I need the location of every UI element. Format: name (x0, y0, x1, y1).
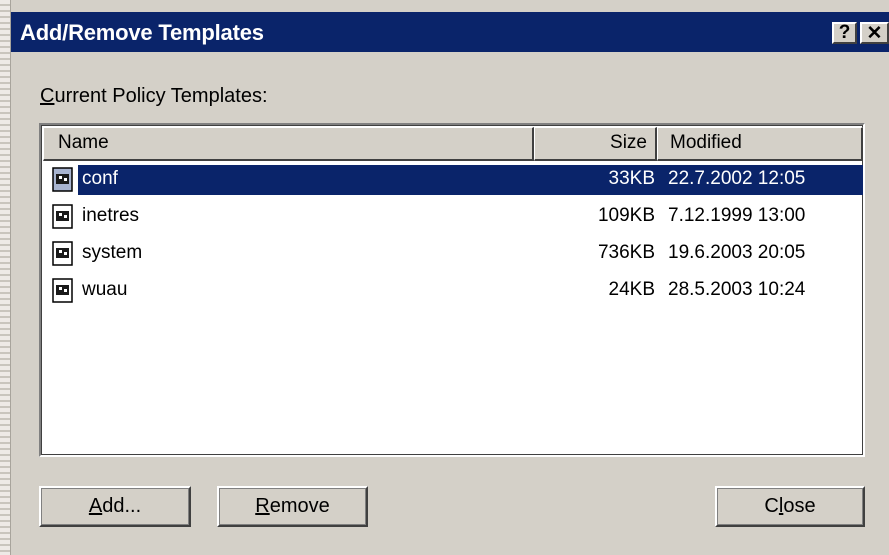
title-close-button[interactable]: ✕ (860, 22, 889, 44)
remove-accesskey: R (255, 495, 270, 517)
item-size: 33KB (608, 168, 655, 189)
close-label-start: C (764, 495, 779, 517)
item-size: 24KB (608, 279, 655, 300)
window-frame (11, 0, 889, 12)
list-item[interactable]: inetres 109KB 7.12.1999 13:00 (45, 200, 863, 234)
remove-label: emove (269, 495, 330, 517)
label-text: urrent Policy Templates: (54, 85, 268, 107)
item-modified: 28.5.2003 10:24 (668, 279, 806, 300)
item-name: wuau (82, 279, 128, 300)
close-button[interactable]: Cl ose (715, 486, 865, 527)
item-name: conf (82, 168, 118, 189)
adm-file-icon (51, 278, 75, 304)
item-name: system (82, 242, 143, 263)
add-accesskey: A (88, 495, 103, 517)
dialog-title: Add/Remove Templates (20, 20, 264, 45)
list-item[interactable]: wuau 24KB 28.5.2003 10:24 (45, 274, 863, 308)
templates-list[interactable]: Name Size Modified conf 33KB 22.7.2002 12:… (39, 123, 865, 457)
adm-file-icon (51, 204, 75, 230)
list-header: Name Size Modified (43, 127, 863, 161)
item-size: 109KB (597, 205, 655, 226)
list-item[interactable]: conf 33KB 22.7.2002 12:05 (45, 163, 863, 197)
list-item[interactable]: system 736KB 19.6.2003 20:05 (45, 237, 863, 271)
close-icon: ✕ (866, 22, 883, 44)
label-accesskey: C (40, 85, 55, 107)
column-header-size[interactable]: Size (534, 127, 657, 161)
item-size: 736KB (597, 242, 655, 263)
item-modified: 22.7.2002 12:05 (668, 168, 806, 189)
add-label: dd... (102, 495, 142, 517)
item-name: inetres (82, 205, 140, 226)
title-bar[interactable]: Add/Remove Templates ? ✕ (11, 12, 889, 52)
close-label-end: ose (783, 495, 816, 517)
background-strip (0, 0, 11, 555)
adm-file-icon (51, 241, 75, 267)
remove-button[interactable]: Remove (217, 486, 368, 527)
column-header-name[interactable]: Name (43, 127, 534, 161)
column-header-modified[interactable]: Modified (657, 127, 863, 161)
add-button[interactable]: Add... (39, 486, 191, 527)
current-policy-templates-label: Current Policy Templates: (40, 85, 268, 108)
item-modified: 7.12.1999 13:00 (668, 205, 806, 226)
help-button[interactable]: ? (832, 22, 857, 44)
adm-file-icon (51, 167, 75, 193)
help-icon: ? (838, 22, 851, 43)
item-modified: 19.6.2003 20:05 (668, 242, 806, 263)
